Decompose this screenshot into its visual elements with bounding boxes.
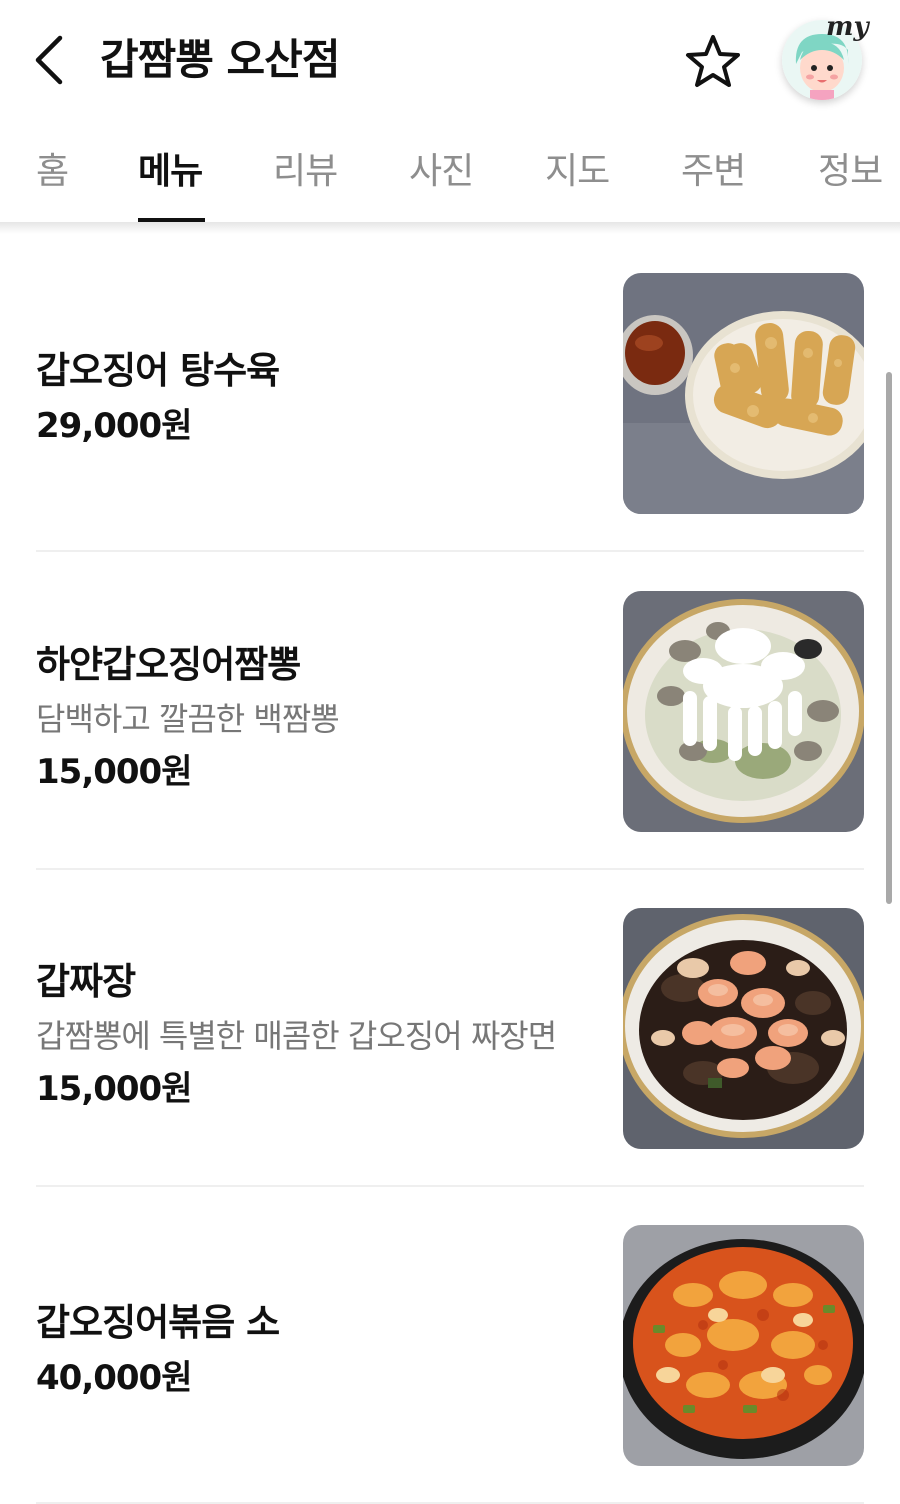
- app-header: 갑짬뽕 오산점 my: [0, 0, 900, 120]
- menu-item-name: 갑오징어볶음 소: [36, 1301, 280, 1344]
- star-outline-icon: [686, 35, 740, 87]
- menu-item[interactable]: 갑오징어볶음 소 40,000원: [36, 1186, 864, 1504]
- tab-info[interactable]: 정보: [818, 142, 883, 202]
- menu-item-name: 갑짜장: [36, 960, 136, 1003]
- jjajang-photo-icon: [623, 908, 864, 1149]
- favorite-button[interactable]: [684, 33, 742, 91]
- scrollbar[interactable]: [886, 372, 892, 904]
- menu-item-photo: [623, 1225, 864, 1466]
- menu-item-price: 15,000원: [36, 752, 192, 792]
- tab-bar-shadow: [0, 222, 900, 234]
- back-button[interactable]: [30, 32, 74, 88]
- my-page-button[interactable]: my: [782, 12, 869, 102]
- stir-fried-squid-photo-icon: [623, 1225, 864, 1466]
- tab-nearby[interactable]: 주변: [681, 142, 746, 202]
- menu-item-photo: [623, 908, 864, 1149]
- tab-reviews[interactable]: 리뷰: [273, 142, 338, 202]
- page-title: 갑짬뽕 오산점: [100, 35, 340, 84]
- tab-home[interactable]: 홈: [36, 142, 69, 202]
- tab-photos[interactable]: 사진: [409, 142, 474, 202]
- menu-item[interactable]: 갑오징어 탕수육 29,000원: [36, 234, 864, 552]
- tab-bar: 홈 메뉴 리뷰 사진 지도 주변 정보: [0, 130, 900, 222]
- tab-map[interactable]: 지도: [545, 142, 610, 202]
- tab-menu[interactable]: 메뉴: [138, 142, 203, 202]
- chevron-left-icon: [35, 35, 63, 85]
- menu-item[interactable]: 갑짜장 갑짬뽕에 특별한 매콤한 갑오징어 짜장면 15,000원: [36, 869, 864, 1187]
- menu-item-price: 15,000원: [36, 1069, 192, 1109]
- fried-squid-photo-icon: [623, 273, 864, 514]
- menu-item-name: 하얀갑오징어짬뽕: [36, 643, 301, 686]
- white-jjamppong-photo-icon: [623, 591, 864, 832]
- my-label: my: [826, 12, 869, 42]
- menu-item-name: 갑오징어 탕수육: [36, 349, 280, 392]
- menu-item-description: 갑짬뽕에 특별한 매콤한 갑오징어 짜장면: [36, 1017, 557, 1055]
- menu-item-price: 29,000원: [36, 406, 192, 446]
- menu-item-description: 담백하고 깔끔한 백짬뽕: [36, 700, 340, 738]
- menu-item-photo: [623, 273, 864, 514]
- menu-item-photo: [623, 591, 864, 832]
- menu-item-price: 40,000원: [36, 1358, 192, 1398]
- menu-item[interactable]: 하얀갑오징어짬뽕 담백하고 깔끔한 백짬뽕 15,000원: [36, 552, 864, 870]
